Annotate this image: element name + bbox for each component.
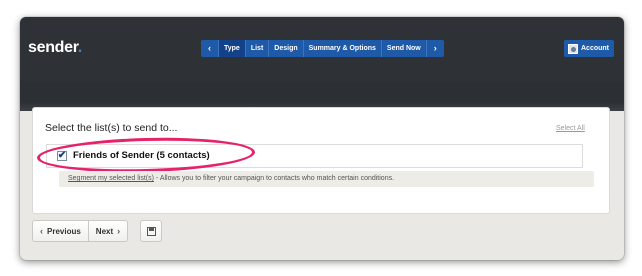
step-tab-design[interactable]: Design [269,40,302,57]
app-window: sender. ‹ Type List Design Summary & Opt… [20,17,624,260]
step-navigation: ‹ Type List Design Summary & Options Sen… [201,40,444,57]
segment-description: - Allows you to filter your campaign to … [153,175,395,182]
list-item[interactable]: ✔ Friends of Sender (5 contacts) [46,144,583,168]
account-button[interactable]: Account [564,40,614,57]
wizard-nav-buttons: ‹ Previous Next › [32,220,129,242]
step-tab-send-now[interactable]: Send Now [382,40,426,57]
list-checkbox[interactable]: ✔ [57,149,67,161]
save-button[interactable] [140,220,162,242]
previous-button[interactable]: ‹ Previous [33,221,88,241]
page-title: Select the list(s) to send to... [45,122,178,134]
list-item-row: ✔ Friends of Sender (5 contacts) [57,150,210,161]
next-label: Next [95,226,114,236]
account-label: Account [581,45,609,52]
avatar-icon [568,43,578,54]
step-tab-type[interactable]: Type [219,40,245,57]
segment-hint: Segment my selected list(s) - Allows you… [59,171,594,187]
step-prev-button[interactable]: ‹ [201,40,218,57]
chevron-right-icon: › [433,43,437,53]
top-header: sender. ‹ Type List Design Summary & Opt… [20,17,624,81]
list-item-label: Friends of Sender (5 contacts) [73,150,210,161]
segment-link[interactable]: Segment my selected list(s) [68,175,154,182]
chevron-right-icon: › [117,226,121,236]
chevron-left-icon: ‹ [208,43,211,53]
step-tab-summary-options[interactable]: Summary & Options [304,40,381,57]
step-next-button[interactable]: › [427,40,444,57]
floppy-disk-icon [146,226,156,236]
sender-logo[interactable]: sender. [28,39,82,57]
previous-label: Previous [47,226,81,236]
select-all-link[interactable]: Select All [556,125,585,132]
step-tab-list[interactable]: List [246,40,268,57]
chevron-left-icon: ‹ [40,226,43,236]
list-selection-panel: Select the list(s) to send to... Select … [32,107,610,214]
next-button[interactable]: Next › [89,221,127,241]
checkmark-icon: ✔ [57,149,67,161]
